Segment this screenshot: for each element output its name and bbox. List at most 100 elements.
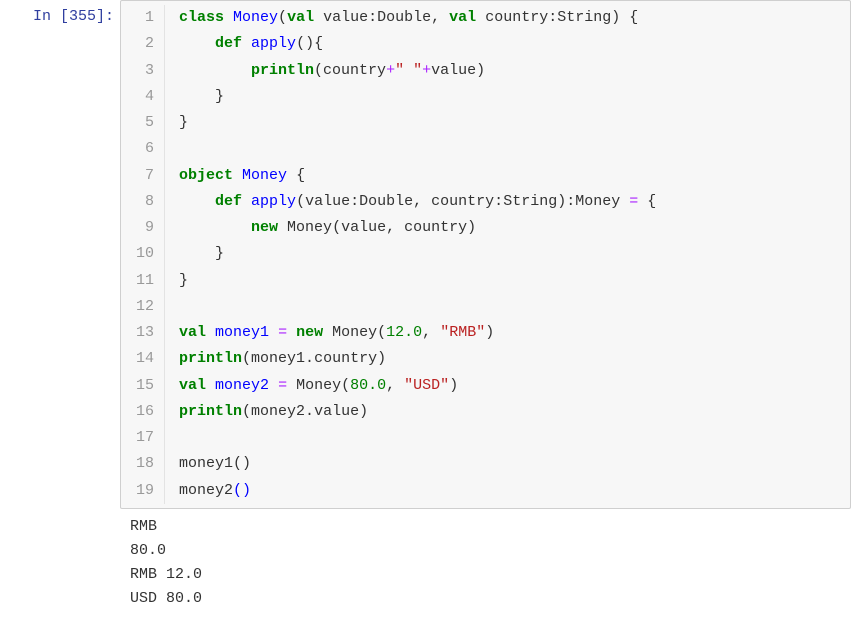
code-content: println(money1.country) <box>165 346 386 372</box>
token-punc: { <box>314 35 323 52</box>
token-id: value <box>314 403 359 420</box>
token-punc: : <box>548 9 557 26</box>
line-number: 13 <box>121 320 165 346</box>
token-kw: println <box>179 350 242 367</box>
token-punc: ( <box>314 62 323 79</box>
token-kw: class <box>179 9 224 26</box>
code-input-area[interactable]: 1class Money(val value:Double, val count… <box>120 0 851 509</box>
token-punc: ) <box>467 219 476 236</box>
token-def: Money <box>233 9 278 26</box>
line-number: 11 <box>121 268 165 294</box>
token-id: country <box>485 9 548 26</box>
token-punc: ) <box>359 403 368 420</box>
code-line: 6 <box>121 136 850 162</box>
token-id: String <box>557 9 611 26</box>
token-punc: . <box>305 403 314 420</box>
token-str: "RMB" <box>440 324 485 341</box>
code-line: 13val money1 = new Money(12.0, "RMB") <box>121 320 850 346</box>
code-content <box>165 136 188 162</box>
line-number: 8 <box>121 189 165 215</box>
token-str: "USD" <box>404 377 449 394</box>
token-punc: { <box>296 167 305 184</box>
token-def: money2 <box>215 377 269 394</box>
token-punc: () <box>233 455 251 472</box>
line-number: 5 <box>121 110 165 136</box>
token-punc: ) <box>485 324 494 341</box>
line-number: 16 <box>121 399 165 425</box>
token-kw: new <box>296 324 323 341</box>
token-punc: ( <box>332 219 341 236</box>
token-kw: println <box>251 62 314 79</box>
token-punc: . <box>305 350 314 367</box>
code-line: 5} <box>121 110 850 136</box>
line-number: 9 <box>121 215 165 241</box>
code-content: money1() <box>165 451 251 477</box>
token-id: country <box>323 62 386 79</box>
token-id: Money <box>296 377 341 394</box>
prompt-text: In [355]: <box>33 8 114 25</box>
input-prompt: In [355]: <box>0 0 120 25</box>
code-content: } <box>165 268 188 294</box>
token-id: Double <box>377 9 431 26</box>
token-punc: ) <box>611 9 620 26</box>
token-punc: : <box>368 9 377 26</box>
token-def: () <box>233 482 251 499</box>
token-punc: } <box>179 272 188 289</box>
token-punc: : <box>350 193 359 210</box>
token-num: 12.0 <box>386 324 422 341</box>
code-content: println(money2.value) <box>165 399 368 425</box>
line-number: 12 <box>121 294 165 320</box>
line-number: 14 <box>121 346 165 372</box>
token-op: + <box>422 62 431 79</box>
token-punc: ( <box>377 324 386 341</box>
code-line: 7object Money { <box>121 163 850 189</box>
token-id: Money <box>575 193 620 210</box>
token-kw: val <box>449 9 476 26</box>
line-number: 7 <box>121 163 165 189</box>
token-kw: def <box>215 35 242 52</box>
line-number: 6 <box>121 136 165 162</box>
token-punc: , <box>386 377 395 394</box>
token-id: value <box>323 9 368 26</box>
code-line: 2 def apply(){ <box>121 31 850 57</box>
token-op: + <box>386 62 395 79</box>
token-id: Money <box>332 324 377 341</box>
token-punc: , <box>386 219 395 236</box>
token-kw: new <box>251 219 278 236</box>
code-content: val money2 = Money(80.0, "USD") <box>165 373 458 399</box>
code-content: println(country+" "+value) <box>165 58 485 84</box>
token-kw: val <box>179 377 206 394</box>
token-punc: } <box>215 88 224 105</box>
line-number: 19 <box>121 478 165 504</box>
output-area: RMB 80.0 RMB 12.0 USD 80.0 <box>120 509 851 611</box>
token-def: money1 <box>215 324 269 341</box>
line-number: 1 <box>121 5 165 31</box>
code-content: def apply(){ <box>165 31 323 57</box>
code-content: object Money { <box>165 163 305 189</box>
token-id: money2 <box>251 403 305 420</box>
code-line: 19money2() <box>121 478 850 504</box>
code-line: 10 } <box>121 241 850 267</box>
token-punc: ( <box>341 377 350 394</box>
token-kw: val <box>287 9 314 26</box>
line-number: 17 <box>121 425 165 451</box>
code-line: 9 new Money(value, country) <box>121 215 850 241</box>
code-line: 3 println(country+" "+value) <box>121 58 850 84</box>
code-line: 18money1() <box>121 451 850 477</box>
token-kw: object <box>179 167 233 184</box>
token-punc: ( <box>278 9 287 26</box>
line-number: 18 <box>121 451 165 477</box>
code-line: 12 <box>121 294 850 320</box>
code-line: 8 def apply(value:Double, country:String… <box>121 189 850 215</box>
code-content <box>165 425 188 451</box>
token-punc: { <box>647 193 656 210</box>
token-punc: ( <box>242 403 251 420</box>
code-line: 1class Money(val value:Double, val count… <box>121 5 850 31</box>
token-kw: val <box>179 324 206 341</box>
token-id: value <box>341 219 386 236</box>
token-punc: ) <box>557 193 566 210</box>
token-id: Money <box>287 219 332 236</box>
code-cell: In [355]: 1class Money(val value:Double,… <box>0 0 851 509</box>
token-id: country <box>314 350 377 367</box>
token-punc: ) <box>377 350 386 367</box>
